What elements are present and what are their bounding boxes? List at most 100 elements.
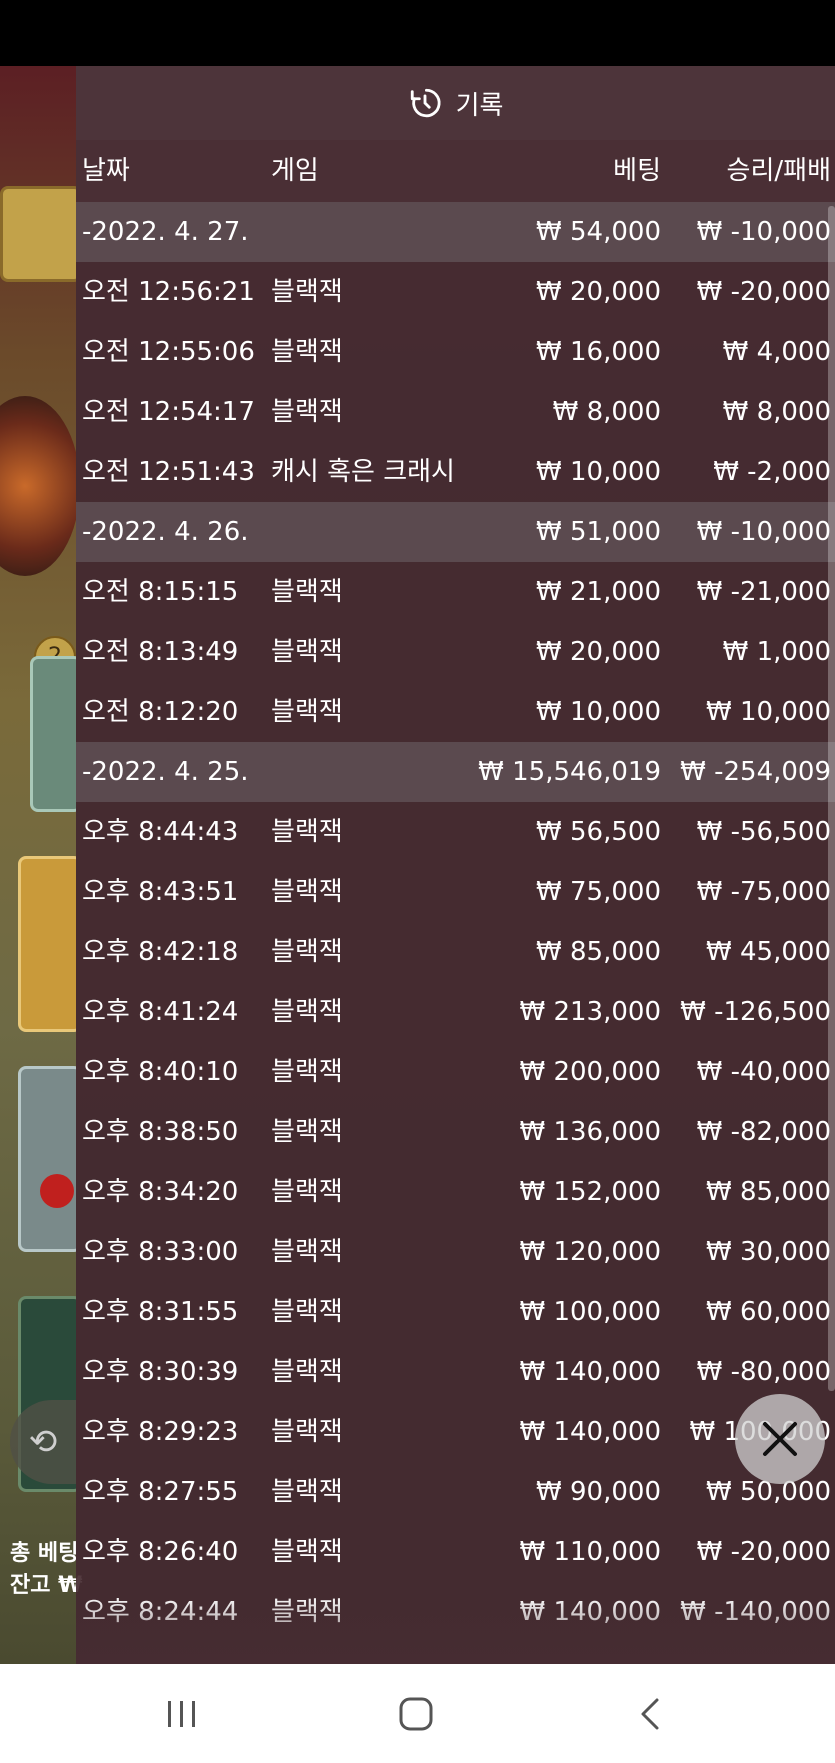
close-button[interactable]	[735, 1394, 825, 1484]
row-date: -2022. 4. 25.	[82, 757, 249, 787]
row-date: 오후 8:31:55	[82, 1297, 239, 1327]
game-decoration	[0, 186, 76, 282]
history-row[interactable]: 오후 8:44:43 블랙잭 ₩ 56,500 ₩ -56,500	[76, 802, 835, 862]
row-date: 오후 8:26:40	[82, 1537, 239, 1567]
row-date: 오후 8:30:39	[82, 1357, 239, 1387]
balance-summary: 총 베팅 잔고 ₩	[10, 1538, 82, 1602]
column-game: 게임	[271, 156, 319, 186]
back-button[interactable]	[590, 1664, 710, 1763]
row-bet: ₩ 200,000	[519, 1057, 662, 1087]
row-bet: ₩ 136,000	[519, 1117, 662, 1147]
row-bet: ₩ 140,000	[519, 1597, 662, 1627]
row-bet: ₩ 10,000	[536, 697, 661, 727]
game-card	[18, 856, 76, 1032]
row-game: 블랙잭	[271, 577, 343, 607]
panel-title: 기록	[455, 90, 504, 121]
row-bet: ₩ 16,000	[536, 337, 661, 367]
history-row[interactable]: 오후 8:42:18 블랙잭 ₩ 85,000 ₩ 45,000	[76, 922, 835, 982]
row-win-loss: ₩ 30,000	[706, 1237, 831, 1267]
recent-apps-button[interactable]	[122, 1664, 242, 1763]
history-row[interactable]: 오후 8:26:40 블랙잭 ₩ 110,000 ₩ -20,000	[76, 1522, 835, 1582]
close-icon	[763, 1422, 797, 1456]
row-game: 블랙잭	[271, 1537, 343, 1567]
row-bet: ₩ 110,000	[519, 1537, 662, 1567]
row-game: 블랙잭	[271, 1477, 343, 1507]
date-group-row[interactable]: -2022. 4. 26. ₩ 51,000 ₩ -10,000	[76, 502, 835, 562]
date-group-row[interactable]: -2022. 4. 25. ₩ 15,546,019 ₩ -254,009	[76, 742, 835, 802]
game-card	[18, 1066, 76, 1252]
row-game: 블랙잭	[271, 1117, 343, 1147]
history-row[interactable]: 오전 12:54:17 블랙잭 ₩ 8,000 ₩ 8,000	[76, 382, 835, 442]
history-row[interactable]: 오후 8:29:23블랙잭₩ 140,000₩ 100,000	[76, 1402, 835, 1462]
history-row[interactable]: 오후 8:30:39 블랙잭 ₩ 140,000 ₩ -80,000	[76, 1342, 835, 1402]
total-bet-label: 총 베팅	[10, 1541, 79, 1566]
row-date: 오후 8:40:10	[82, 1057, 239, 1087]
row-game: 블랙잭	[271, 817, 343, 847]
row-date: -2022. 4. 27.	[82, 217, 249, 247]
row-bet: ₩ 10,000	[536, 457, 661, 487]
row-date: 오전 8:13:49	[82, 637, 239, 667]
row-game: 블랙잭	[271, 1177, 343, 1207]
row-game: 블랙잭	[271, 397, 343, 427]
row-game: 블랙잭	[271, 1057, 343, 1087]
history-row[interactable]: 오후 8:43:51 블랙잭 ₩ 75,000 ₩ -75,000	[76, 862, 835, 922]
row-date: 오후 8:41:24	[82, 997, 239, 1027]
history-row[interactable]: 오후 8:41:24 블랙잭 ₩ 213,000 ₩ -126,500	[76, 982, 835, 1042]
history-row[interactable]: 오후 8:40:10 블랙잭 ₩ 200,000 ₩ -40,000	[76, 1042, 835, 1102]
row-bet: ₩ 100,000	[519, 1297, 662, 1327]
row-win-loss: ₩ -21,000	[696, 577, 831, 607]
column-bet: 베팅	[613, 156, 661, 186]
row-game: 블랙잭	[271, 1417, 343, 1447]
row-date: -2022. 4. 26.	[82, 517, 249, 547]
row-date: 오후 8:43:51	[82, 877, 239, 907]
row-win-loss: ₩ -20,000	[696, 1537, 831, 1567]
row-win-loss: ₩ 10,000	[706, 697, 831, 727]
history-row[interactable]: 오후 8:27:55 블랙잭 ₩ 90,000 ₩ 50,000	[76, 1462, 835, 1522]
history-row[interactable]: 오후 8:24:44 블랙잭 ₩ 140,000 ₩ -140,000	[76, 1582, 835, 1642]
history-row[interactable]: 오후 8:31:55 블랙잭 ₩ 100,000 ₩ 60,000	[76, 1282, 835, 1342]
row-game: 블랙잭	[271, 637, 343, 667]
history-row[interactable]: 오전 8:13:49 블랙잭 ₩ 20,000 ₩ 1,000	[76, 622, 835, 682]
history-row[interactable]: 오전 12:55:06 블랙잭 ₩ 16,000 ₩ 4,000	[76, 322, 835, 382]
row-bet: ₩ 85,000	[536, 937, 661, 967]
row-date: 오후 8:33:00	[82, 1237, 239, 1267]
row-win-loss: ₩ -56,500	[696, 817, 831, 847]
history-row[interactable]: 오후 8:33:00 블랙잭 ₩ 120,000 ₩ 30,000	[76, 1222, 835, 1282]
row-bet: ₩ 56,500	[536, 817, 661, 847]
row-date: 오전 12:55:06	[82, 337, 255, 367]
row-date: 오후 8:34:20	[82, 1177, 239, 1207]
row-bet: ₩ 21,000	[536, 577, 661, 607]
history-row[interactable]: 오후 8:34:20 블랙잭 ₩ 152,000 ₩ 85,000	[76, 1162, 835, 1222]
row-win-loss: ₩ -254,009	[680, 757, 831, 787]
row-win-loss: ₩ 85,000	[706, 1177, 831, 1207]
scrollbar[interactable]	[828, 206, 835, 1391]
row-game: 블랙잭	[271, 277, 343, 307]
history-row[interactable]: 오전 8:15:15 블랙잭 ₩ 21,000 ₩ -21,000	[76, 562, 835, 622]
history-row[interactable]: 오전 8:12:20 블랙잭 ₩ 10,000 ₩ 10,000	[76, 682, 835, 742]
row-win-loss: ₩ -20,000	[696, 277, 831, 307]
history-row[interactable]: 오전 12:51:43 캐시 혹은 크래시 ₩ 10,000 ₩ -2,000	[76, 442, 835, 502]
row-date: 오후 8:38:50	[82, 1117, 239, 1147]
history-row[interactable]: 오후 8:38:50 블랙잭 ₩ 136,000 ₩ -82,000	[76, 1102, 835, 1162]
history-row[interactable]: 오전 12:56:21 블랙잭 ₩ 20,000 ₩ -20,000	[76, 262, 835, 322]
row-game: 블랙잭	[271, 1357, 343, 1387]
row-bet: ₩ 15,546,019	[478, 757, 661, 787]
column-win-loss: 승리/패배	[726, 156, 831, 186]
row-bet: ₩ 8,000	[552, 397, 661, 427]
column-date: 날짜	[82, 156, 130, 186]
date-group-row[interactable]: -2022. 4. 27. ₩ 54,000 ₩ -10,000	[76, 202, 835, 262]
row-game: 블랙잭	[271, 697, 343, 727]
history-list[interactable]: -2022. 4. 27. ₩ 54,000 ₩ -10,000 오전 12:56:…	[76, 202, 835, 1642]
red-light	[40, 1174, 74, 1208]
row-date: 오전 12:54:17	[82, 397, 255, 427]
panel-header: 기록	[76, 66, 835, 140]
row-game: 블랙잭	[271, 1237, 343, 1267]
home-button[interactable]	[356, 1664, 476, 1763]
row-bet: ₩ 20,000	[536, 637, 661, 667]
row-bet: ₩ 213,000	[519, 997, 662, 1027]
row-win-loss: ₩ -2,000	[713, 457, 831, 487]
row-win-loss: ₩ 60,000	[706, 1297, 831, 1327]
row-date: 오후 8:27:55	[82, 1477, 239, 1507]
row-date: 오후 8:44:43	[82, 817, 239, 847]
row-game: 블랙잭	[271, 997, 343, 1027]
